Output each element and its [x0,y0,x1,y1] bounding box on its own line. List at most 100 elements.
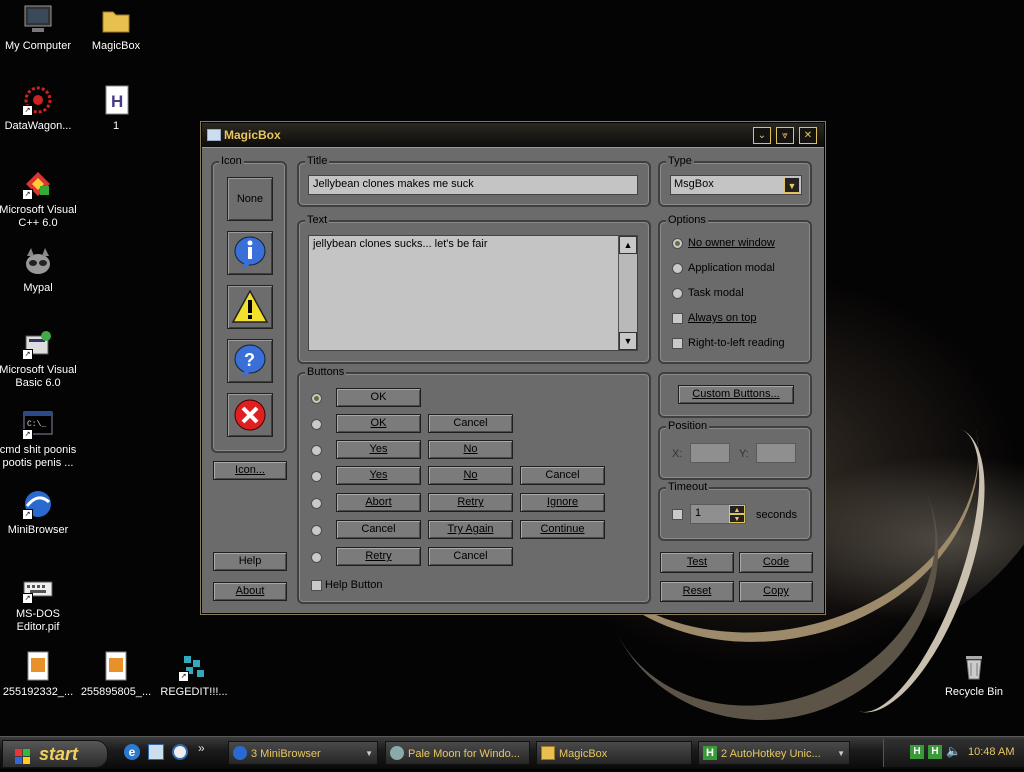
chevron-right-icon[interactable]: » [198,741,205,755]
button-row-radio-6[interactable] [311,525,322,536]
scroll-down-button[interactable]: ▼ [619,332,637,350]
maximize-button[interactable]: ⩔ [776,127,794,144]
test-button[interactable]: Test [660,552,734,573]
row7-retry-button[interactable]: Retry [336,547,421,566]
row3-yes-button[interactable]: Yes [336,440,421,459]
button-label: No [463,469,478,481]
row4-yes-button[interactable]: Yes [336,466,421,485]
dropdown-arrow-icon[interactable]: ▼ [784,177,800,193]
desktop-icon-label: Recycle Bin [944,686,1004,698]
desktop-icon-regedit[interactable]: ↗ REGEDIT!!!... [152,650,236,699]
autohotkey-tray-icon[interactable]: H [928,745,942,759]
option-no-owner-radio[interactable] [672,238,683,249]
title-bar[interactable]: MagicBox ⌄ ⩔ ✕ [202,123,824,148]
row3-no-button[interactable]: No [428,440,513,459]
autohotkey-tray-icon[interactable]: H [910,745,924,759]
row6-try-again-button[interactable]: Try Again [428,520,513,539]
desktop-icon-recycle-bin[interactable]: Recycle Bin [932,650,1016,699]
chevron-down-icon: ▼ [837,749,845,758]
code-button[interactable]: Code [739,552,813,573]
option-app-modal-radio[interactable] [672,263,683,274]
media-player-icon[interactable] [172,744,188,760]
desktop-icon-datawagon[interactable]: ↗ DataWagon... [0,84,80,133]
shortcut-arrow-icon: ↗ [22,429,33,440]
speaker-icon[interactable]: 🔈 [946,744,961,758]
row4-cancel-button[interactable]: Cancel [520,466,605,485]
title-input[interactable]: Jellybean clones makes me suck [308,175,638,195]
timeout-checkbox[interactable] [672,509,683,520]
timeout-value: 1 [695,507,702,519]
icon-error-button[interactable] [227,393,273,437]
scroll-up-button[interactable]: ▲ [619,236,637,254]
button-row-radio-3[interactable] [311,445,322,456]
icon-warning-button[interactable] [227,285,273,329]
row5-retry-button[interactable]: Retry [428,493,513,512]
button-row-radio-4[interactable] [311,471,322,482]
row1-ok-button[interactable]: OK [336,388,421,407]
button-row-radio-7[interactable] [311,552,322,563]
option-rtl-checkbox[interactable] [672,338,683,349]
option-no-owner-label: No owner window [688,237,775,249]
task-autohotkey[interactable]: H 2 AutoHotkey Unic... ▼ [698,741,850,765]
desktop-icon-my-computer[interactable]: My Computer [0,4,80,53]
position-x-input[interactable] [690,443,730,463]
row6-continue-button[interactable]: Continue [520,520,605,539]
custom-buttons-button[interactable]: Custom Buttons... [678,385,794,404]
start-button[interactable]: start [2,740,108,768]
clock[interactable]: 10:48 AM [968,746,1014,758]
desktop-icon-label: My Computer [4,40,72,52]
icon-info-button[interactable] [227,231,273,275]
show-desktop-icon[interactable] [148,744,164,760]
position-y-input[interactable] [756,443,796,463]
spin-down-button[interactable]: ▼ [729,514,745,523]
desktop-icon-file-255895805[interactable]: 255895805_... [74,650,158,699]
folder-icon [541,746,555,760]
reset-button[interactable]: Reset [660,581,734,602]
row7-cancel-button[interactable]: Cancel [428,547,513,566]
row2-cancel-button[interactable]: Cancel [428,414,513,433]
desktop-icon-1[interactable]: H 1 [74,84,158,133]
about-button[interactable]: About [213,582,287,601]
desktop-icon-visual-cpp[interactable]: ↗ Microsoft Visual C++ 6.0 [0,168,80,230]
task-pale-moon[interactable]: Pale Moon for Windo... [385,741,530,765]
row5-ignore-button[interactable]: Ignore [520,493,605,512]
close-button[interactable]: ✕ [799,127,817,144]
row2-ok-button[interactable]: OK [336,414,421,433]
option-always-on-top-checkbox[interactable] [672,313,683,324]
timeout-input[interactable]: 1 ▲ ▼ [690,504,746,524]
copy-button[interactable]: Copy [739,581,813,602]
minimize-button[interactable]: ⌄ [753,127,771,144]
button-row-radio-1[interactable] [311,393,322,404]
row5-abort-button[interactable]: Abort [336,493,421,512]
text-input[interactable]: jellybean clones sucks... let's be fair … [308,235,638,351]
start-label: start [39,744,79,764]
button-row-radio-2[interactable] [311,419,322,430]
option-task-modal-radio[interactable] [672,288,683,299]
spin-up-button[interactable]: ▲ [729,505,745,514]
button-row-radio-5[interactable] [311,498,322,509]
desktop-icon-magicbox[interactable]: MagicBox [74,4,158,53]
desktop-icon-file-255192332[interactable]: 255192332_... [0,650,80,699]
desktop-icon-visual-basic[interactable]: ↗ Microsoft Visual Basic 6.0 [0,328,80,390]
icon-browse-button[interactable]: Icon... [213,461,287,480]
desktop-icon-label: 255895805_... [80,686,152,698]
row4-no-button[interactable]: No [428,466,513,485]
help-button-checkbox[interactable] [311,580,322,591]
icon-question-button[interactable]: ? [227,339,273,383]
text-scrollbar[interactable]: ▲ ▼ [618,236,637,350]
desktop-icon-msdos-editor[interactable]: ↗ MS-DOS Editor.pif [0,572,80,634]
position-x-label: X: [672,448,683,460]
desktop-icon-mypal[interactable]: Mypal [0,246,80,295]
window-title: MagicBox [224,128,281,142]
desktop-icon-minibrowser[interactable]: ↗ MiniBrowser [0,488,80,537]
type-select[interactable]: MsgBox ▼ [670,175,802,195]
help-button[interactable]: Help [213,552,287,571]
timeout-unit: seconds [756,509,797,521]
task-minibrowser[interactable]: 3 MiniBrowser ▼ [228,741,378,765]
button-label: Retry [457,496,484,508]
internet-explorer-icon[interactable]: e [124,744,140,760]
task-magicbox[interactable]: MagicBox [536,741,692,765]
desktop-icon-cmd[interactable]: C:\_ ↗ cmd shit poonis pootis penis ... [0,408,80,470]
icon-none-button[interactable]: None [227,177,273,221]
row6-cancel-button[interactable]: Cancel [336,520,421,539]
